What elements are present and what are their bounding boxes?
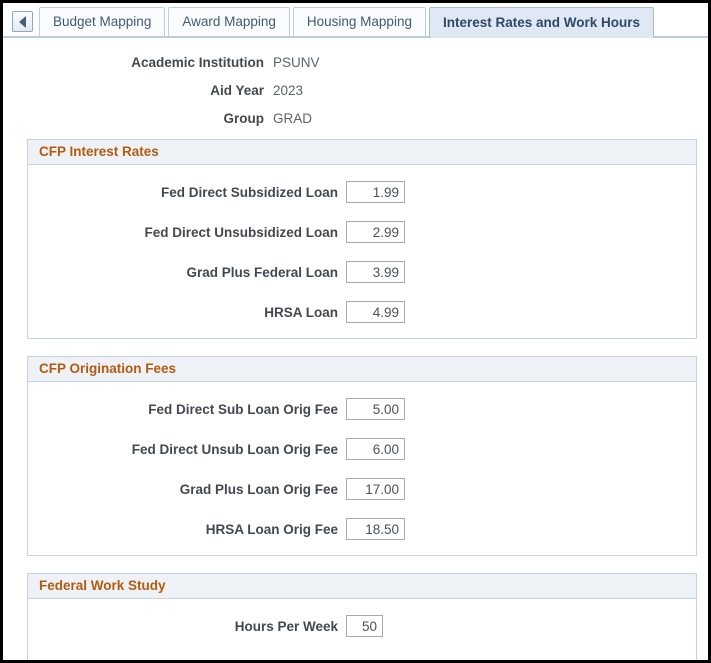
key-field-row: Aid Year 2023 [3,83,708,98]
field-row: HRSA Loan [28,298,696,326]
field-row: Hours Per Week [28,612,696,640]
key-field-section: Academic Institution PSUNV Aid Year 2023… [3,38,708,126]
field-input[interactable] [346,478,405,500]
tab-budget-mapping[interactable]: Budget Mapping [39,7,166,36]
group-body: Hours Per Week [28,599,696,660]
group-title: CFP Interest Rates [28,140,696,165]
field-label: Fed Direct Subsidized Loan [160,184,338,200]
group-value: GRAD [273,111,313,126]
key-field-row: Group GRAD [3,111,708,126]
tab-label: Award Mapping [182,14,276,29]
field-input[interactable] [346,181,405,203]
field-row: HRSA Loan Orig Fee [28,515,696,543]
field-input[interactable] [346,615,383,637]
field-label: Grad Plus Loan Orig Fee [179,481,338,497]
field-input[interactable] [346,518,405,540]
page-root: Budget Mapping Award Mapping Housing Mappi… [0,0,711,663]
group-box: Federal Work Study Hours Per Week [27,573,697,660]
field-row: Fed Direct Sub Loan Orig Fee [28,395,696,423]
academic-institution-label: Academic Institution [131,55,264,70]
aid-year-value: 2023 [273,83,304,98]
group-label: Group [223,111,265,126]
field-row: Grad Plus Loan Orig Fee [28,475,696,503]
tab-housing-mapping[interactable]: Housing Mapping [292,7,426,36]
group-body: Fed Direct Subsidized Loan Fed Direct Uns… [28,165,696,338]
field-row: Grad Plus Federal Loan [28,258,696,286]
field-label: Fed Direct Unsub Loan Orig Fee [131,441,338,457]
back-arrow-icon [19,15,26,28]
tab-label: Housing Mapping [306,14,412,29]
group-box: CFP Interest Rates Fed Direct Subsidized … [27,139,697,339]
back-button[interactable] [12,11,33,32]
field-row: Fed Direct Subsidized Loan [28,178,696,206]
aid-year-label: Aid Year [210,83,264,98]
tab-list: Budget Mapping Award Mapping Housing Mappi… [39,7,657,38]
field-label: Fed Direct Sub Loan Orig Fee [148,401,338,417]
field-label: Hours Per Week [234,618,338,634]
group-box-list: CFP Interest Rates Fed Direct Subsidized … [3,139,708,660]
tab-award-mapping[interactable]: Award Mapping [168,7,290,36]
tab-label: Interest Rates and Work Hours [442,15,641,30]
field-label: Fed Direct Unsubsidized Loan [144,224,338,240]
key-field-row: Academic Institution PSUNV [3,55,708,70]
group-box: CFP Origination Fees Fed Direct Sub Loan … [27,356,697,556]
field-label: HRSA Loan [264,304,338,320]
group-body: Fed Direct Sub Loan Orig Fee Fed Direct U… [28,382,696,555]
group-title: CFP Origination Fees [28,357,696,382]
tab-label: Budget Mapping [53,14,152,29]
field-input[interactable] [346,301,405,323]
group-title: Federal Work Study [28,574,696,599]
field-input[interactable] [346,221,405,243]
field-row: Fed Direct Unsubsidized Loan [28,218,696,246]
field-input[interactable] [346,398,405,420]
tab-interest-rates-and-work-hours[interactable]: Interest Rates and Work Hours [428,7,655,38]
tab-bar: Budget Mapping Award Mapping Housing Mappi… [3,3,708,38]
field-label: Grad Plus Federal Loan [186,264,338,280]
academic-institution-value: PSUNV [273,55,320,70]
field-row: Fed Direct Unsub Loan Orig Fee [28,435,696,463]
field-input[interactable] [346,438,405,460]
field-label: HRSA Loan Orig Fee [205,521,338,537]
field-input[interactable] [346,261,405,283]
